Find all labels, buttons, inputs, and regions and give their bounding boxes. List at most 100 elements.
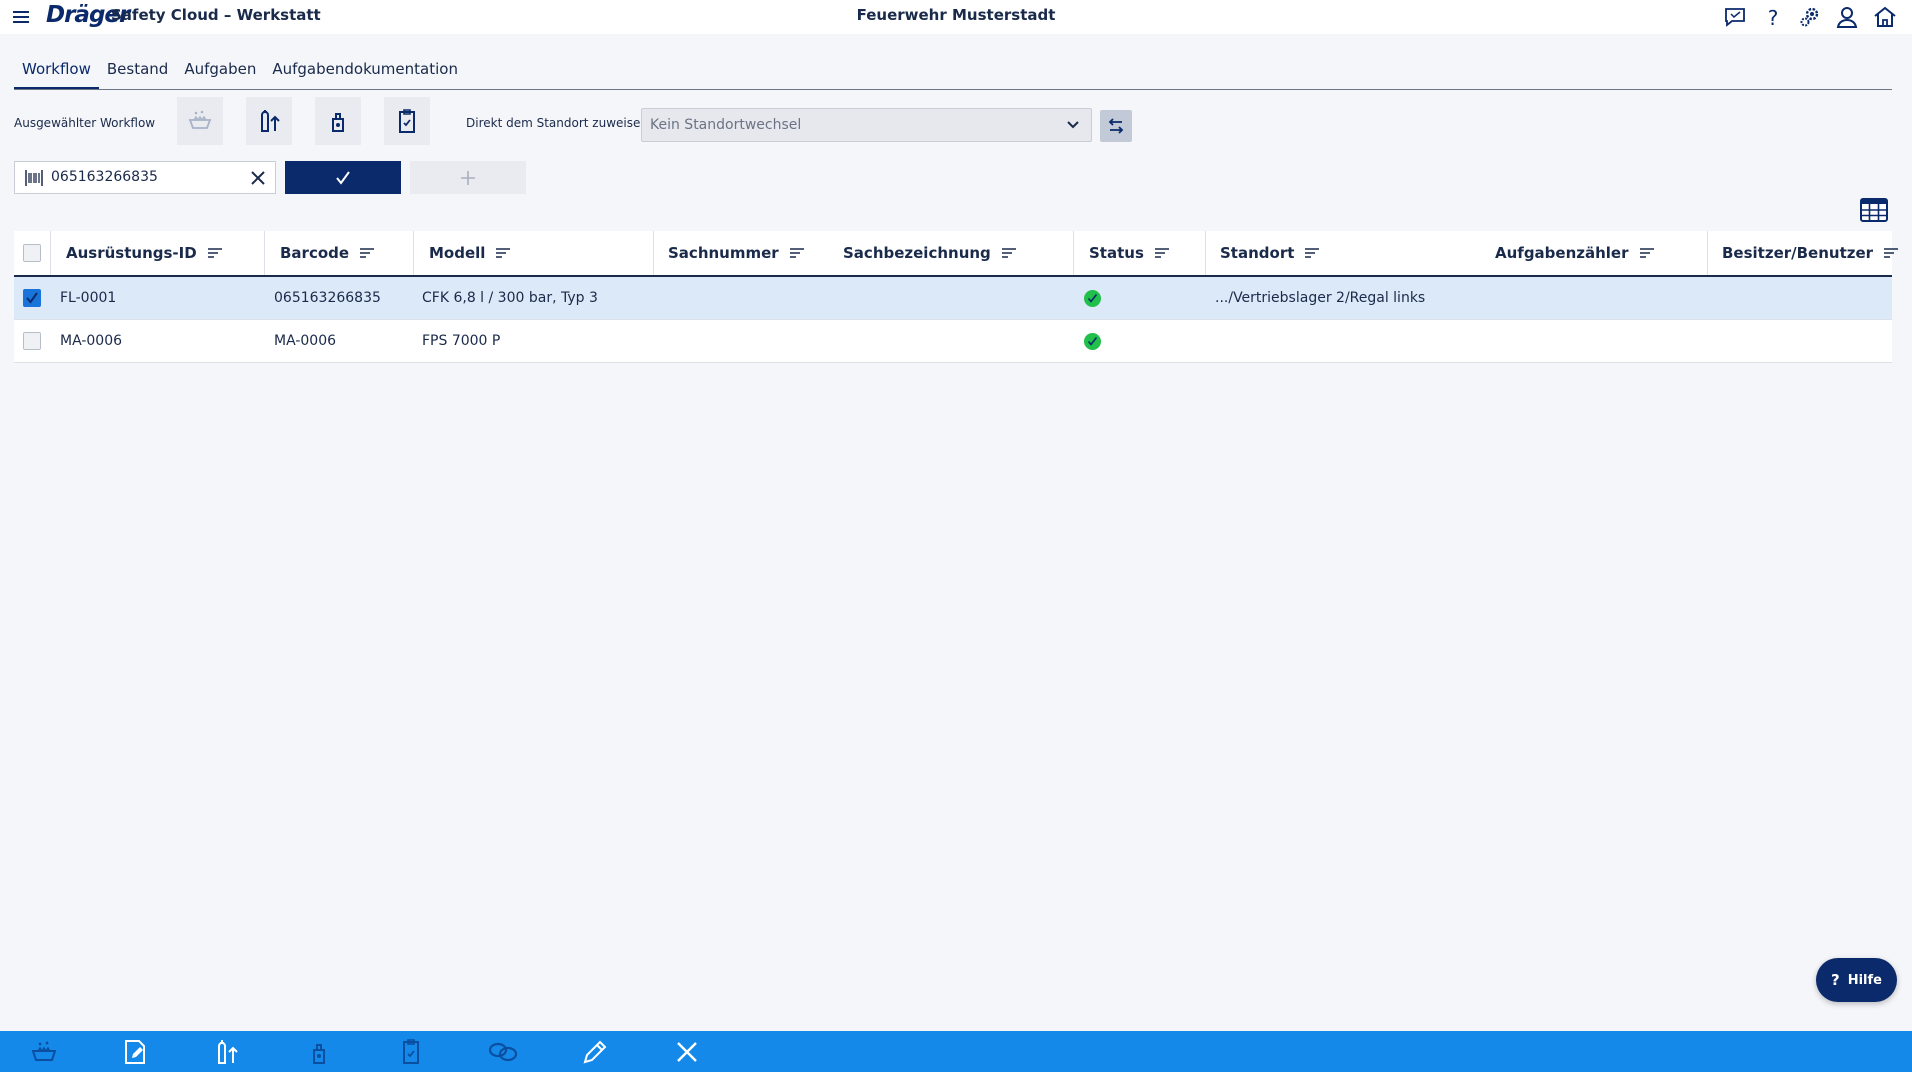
checkmark-icon	[336, 170, 350, 185]
wash-basin-icon	[188, 110, 212, 129]
cell-standort: .../Vertriebslager 2/Regal links	[1215, 290, 1426, 306]
workflow-checklist-button[interactable]	[384, 97, 430, 145]
home-icon[interactable]	[1872, 4, 1898, 30]
bottom-link-button[interactable]	[486, 1036, 520, 1068]
plus-icon	[461, 170, 475, 185]
sort-icon[interactable]	[789, 247, 805, 259]
col-header-standort[interactable]: Standort	[1205, 231, 1495, 275]
table-grid-icon	[1860, 198, 1888, 222]
swap-arrows-icon	[1108, 118, 1124, 134]
workflow-label: Ausgewählter Workflow	[14, 116, 156, 130]
bottom-cancel-button[interactable]	[670, 1036, 704, 1068]
tab-workflow[interactable]: Workflow	[14, 54, 99, 90]
table-layout-button[interactable]	[1859, 197, 1889, 225]
bottom-checklist-button[interactable]	[394, 1036, 428, 1068]
table-row[interactable]: MA-0006 MA-0006 FPS 7000 P	[14, 320, 1892, 363]
user-icon[interactable]	[1834, 4, 1860, 30]
top-bar: Dräger Safety Cloud – Werkstatt Feuerweh…	[0, 0, 1912, 34]
app-title: Safety Cloud – Werkstatt	[111, 6, 321, 24]
workflow-fill-button[interactable]	[246, 97, 292, 145]
row-checkbox[interactable]	[23, 332, 41, 350]
barcode-icon	[25, 169, 43, 187]
col-header-model[interactable]: Modell	[413, 231, 653, 275]
wash-basin-icon	[31, 1041, 57, 1061]
sort-icon[interactable]	[1001, 247, 1017, 259]
link-icon	[488, 1042, 518, 1062]
col-header-label: Standort	[1220, 244, 1295, 262]
status-ok-icon	[1084, 289, 1101, 307]
bottom-toolbar	[0, 1031, 1912, 1072]
bottom-edit-document-button[interactable]	[118, 1036, 152, 1068]
cell-model: FPS 7000 P	[422, 333, 501, 349]
help-icon[interactable]: ?	[1760, 4, 1786, 30]
settings-icon[interactable]	[1797, 4, 1823, 30]
mask-test-icon	[313, 1044, 325, 1064]
location-select[interactable]: Kein Standortwechsel	[641, 108, 1092, 142]
equipment-table: Ausrüstungs-ID Barcode Modell Sachnummer…	[14, 231, 1899, 363]
table-row[interactable]: FL-0001 065163266835 CFK 6,8 l / 300 bar…	[14, 277, 1892, 320]
cell-id: FL-0001	[60, 290, 117, 306]
sort-icon[interactable]	[495, 247, 511, 259]
sort-icon[interactable]	[1883, 247, 1899, 259]
clear-icon[interactable]	[249, 169, 267, 187]
row-select-cell	[14, 320, 50, 362]
col-header-aufgabenzaehler[interactable]: Aufgabenzähler	[1495, 231, 1707, 275]
sort-icon[interactable]	[1639, 247, 1655, 259]
col-header-sachbezeichnung[interactable]: Sachbezeichnung	[843, 231, 1073, 275]
col-header-label: Sachbezeichnung	[843, 244, 991, 262]
select-all-checkbox[interactable]	[23, 244, 41, 262]
col-header-label: Modell	[429, 244, 486, 262]
col-header-label: Sachnummer	[668, 244, 779, 262]
tab-aufgaben[interactable]: Aufgaben	[176, 54, 264, 90]
main-tabs: Workflow Bestand Aufgaben Aufgabendokume…	[14, 54, 466, 90]
col-header-status[interactable]: Status	[1073, 231, 1205, 275]
tab-divider	[14, 89, 1892, 90]
col-header-barcode[interactable]: Barcode	[264, 231, 413, 275]
col-header-besitzer[interactable]: Besitzer/Benutzer	[1707, 231, 1899, 275]
document-edit-icon	[125, 1040, 145, 1064]
menu-icon[interactable]	[10, 6, 32, 28]
cell-id: MA-0006	[60, 333, 123, 349]
sort-icon[interactable]	[359, 247, 375, 259]
col-header-label: Besitzer/Benutzer	[1722, 244, 1874, 262]
feedback-icon[interactable]	[1722, 4, 1748, 30]
cell-status	[1084, 277, 1101, 319]
row-select-cell	[14, 277, 50, 319]
workflow-mask-test-button[interactable]	[315, 97, 361, 145]
close-icon	[677, 1042, 697, 1062]
svg-text:?: ?	[1768, 6, 1779, 30]
col-header-label: Ausrüstungs-ID	[66, 244, 197, 262]
location-assign-label: Direkt dem Standort zuweisen	[466, 116, 648, 130]
col-header-label: Aufgabenzähler	[1495, 244, 1629, 262]
swap-location-button[interactable]	[1100, 110, 1132, 142]
barcode-field	[14, 161, 276, 194]
help-button[interactable]: ? Hilfe	[1816, 958, 1897, 1002]
row-checkbox[interactable]	[23, 289, 41, 307]
col-header-label: Barcode	[280, 244, 350, 262]
status-ok-icon	[1084, 332, 1101, 350]
tab-aufgabendokumentation[interactable]: Aufgabendokumentation	[264, 54, 466, 90]
cylinder-fill-icon	[218, 1040, 238, 1064]
help-button-label: Hilfe	[1847, 972, 1882, 988]
pencil-icon	[583, 1040, 607, 1064]
bottom-mask-test-button[interactable]	[302, 1036, 336, 1068]
sort-icon[interactable]	[1304, 247, 1320, 259]
tab-bestand[interactable]: Bestand	[99, 54, 176, 90]
sort-icon[interactable]	[207, 247, 223, 259]
sort-icon[interactable]	[1154, 247, 1170, 259]
select-all-cell	[14, 231, 50, 275]
workflow-wash-button[interactable]	[177, 97, 223, 145]
cell-barcode: 065163266835	[274, 290, 381, 306]
bottom-edit-button[interactable]	[578, 1036, 612, 1068]
bottom-fill-button[interactable]	[210, 1036, 244, 1068]
col-header-id[interactable]: Ausrüstungs-ID	[50, 231, 264, 275]
col-header-sachnummer[interactable]: Sachnummer	[653, 231, 843, 275]
clipboard-icon	[399, 109, 415, 133]
barcode-input[interactable]	[51, 169, 231, 185]
bottom-wash-button[interactable]	[27, 1036, 61, 1068]
add-button[interactable]	[410, 161, 526, 194]
mask-test-icon	[332, 113, 344, 132]
checkmark-icon	[26, 292, 38, 304]
confirm-button[interactable]	[285, 161, 401, 194]
chevron-down-icon	[1065, 117, 1081, 133]
